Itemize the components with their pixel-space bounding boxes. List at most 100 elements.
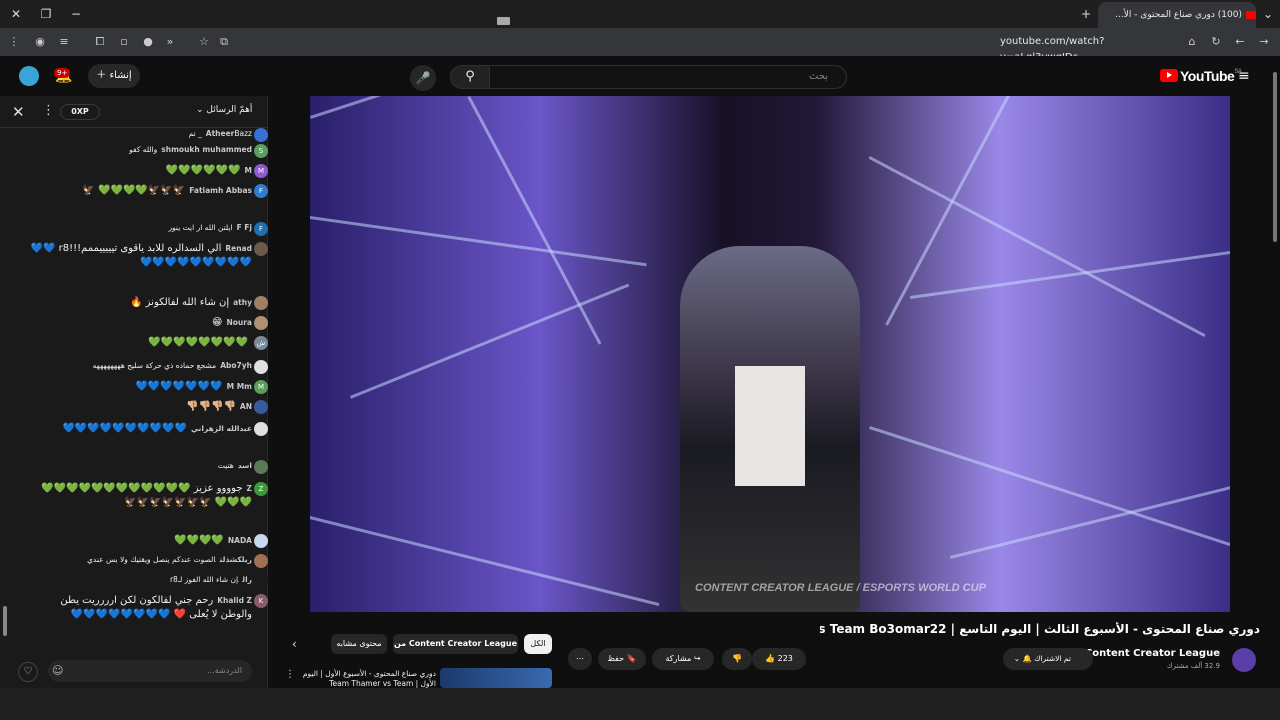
chat-more-options-icon[interactable]: ⋮ xyxy=(42,103,55,118)
dislike-button[interactable]: 👎 xyxy=(722,648,752,670)
chat-message[interactable]: Noura😁 xyxy=(30,316,268,330)
chat-message[interactable]: AN 👎🏼👎🏼👎🏼👎🏼 xyxy=(30,400,268,414)
bookmark-star-icon[interactable]: ☆ xyxy=(196,34,212,50)
chat-author-name[interactable]: عبدالله الزهراني xyxy=(191,424,252,433)
chat-author-name[interactable]: Atheer xyxy=(206,129,235,138)
chat-author-avatar[interactable] xyxy=(254,554,268,568)
chat-author-avatar[interactable] xyxy=(254,460,268,474)
chat-author-avatar[interactable] xyxy=(254,128,268,142)
chat-author-name[interactable]: M xyxy=(245,166,252,175)
chat-message[interactable]: FF Fj ايلتن الله ار ايت ينور xyxy=(30,222,268,236)
chat-message[interactable]: Renadالي السدالره للابد ياقوى تيييييممم!… xyxy=(30,242,268,270)
browser-tab-active[interactable]: (100) دوري صناع المحتوى - الأ... xyxy=(1098,2,1256,28)
chat-author-avatar[interactable]: Z xyxy=(254,482,268,496)
chat-author-avatar[interactable] xyxy=(254,574,268,588)
channel-avatar[interactable] xyxy=(1232,648,1256,672)
chat-message[interactable]: Abo7yhمشجع حماده ذي حركة سليح ههههههههه xyxy=(30,360,268,374)
profile-icon[interactable]: ◉ xyxy=(32,34,48,50)
extension-icon[interactable]: ▫ xyxy=(116,34,132,50)
heart-reaction-icon[interactable]: ♡ xyxy=(18,662,38,682)
chip-from-channel[interactable]: من Content Creator League xyxy=(393,634,518,654)
search-button[interactable]: ⚲ xyxy=(450,65,490,89)
chat-input[interactable]: الدردشة... xyxy=(48,660,252,682)
chat-author-name[interactable]: NADA xyxy=(228,536,252,545)
reload-icon[interactable]: ↻ xyxy=(1208,34,1224,50)
chat-author-avatar[interactable]: K xyxy=(254,594,268,608)
chat-author-name[interactable]: F Fj xyxy=(237,223,252,232)
page-scrollbar-thumb[interactable] xyxy=(1273,72,1277,242)
save-button[interactable]: حفظ 🔖 xyxy=(598,648,646,670)
more-actions-button[interactable]: ⋯ xyxy=(568,648,592,670)
chat-message[interactable]: رالإن شاء الله الفوز لـr8 xyxy=(30,574,268,588)
chat-message[interactable]: NADA 💚💚💚💚 xyxy=(30,534,268,548)
extension-icon[interactable]: » xyxy=(162,34,178,50)
like-button[interactable]: 👍 223 xyxy=(752,648,806,670)
emoji-icon[interactable]: ☺ xyxy=(52,664,63,677)
chat-message[interactable]: Z Zجوووو عزيز 💚💚💚💚💚💚💚💚💚💚💚💚💚💚💚 🦅🦅🦅🦅🦅🦅🦅 xyxy=(30,482,268,510)
chat-scrollbar-thumb[interactable] xyxy=(3,606,7,636)
chat-message[interactable]: AtheerBazz_ تم xyxy=(30,128,268,142)
chat-author-name[interactable]: Z xyxy=(247,484,252,493)
chat-author-avatar[interactable]: F xyxy=(254,184,268,198)
back-icon[interactable]: → xyxy=(1256,34,1272,50)
chat-author-avatar[interactable]: M xyxy=(254,164,268,178)
chat-author-avatar[interactable] xyxy=(254,534,268,548)
channel-name[interactable]: Content Creator League xyxy=(1085,648,1220,659)
page-scrollbar[interactable] xyxy=(1272,62,1278,682)
chat-message[interactable]: Sshmoukh muhammedوالله كفو xyxy=(30,144,268,158)
chat-sort-dropdown[interactable]: أهمّ الرسائل ⌄ xyxy=(196,105,252,115)
chat-author-name[interactable]: Noura xyxy=(226,318,252,327)
chat-author-name[interactable]: AN xyxy=(240,402,252,411)
keyboard-icon[interactable] xyxy=(497,17,510,25)
chat-author-name[interactable]: Renad xyxy=(225,244,252,253)
chat-author-name[interactable]: رال xyxy=(242,575,252,584)
chat-author-name[interactable]: ريلكشذلت xyxy=(220,555,252,564)
guide-menu-icon[interactable]: ≡ xyxy=(1238,69,1252,83)
chat-author-avatar[interactable] xyxy=(254,422,268,436)
chat-message[interactable]: K Khalid Zرحم جني لفالكون لكن ارررريت يطن… xyxy=(30,594,268,622)
chat-author-name[interactable]: Abo7yh xyxy=(220,361,252,370)
chat-author-avatar[interactable] xyxy=(254,296,268,310)
extensions-puzzle-icon[interactable]: ⧠ xyxy=(92,34,108,50)
chat-author-avatar[interactable]: F xyxy=(254,222,268,236)
home-icon[interactable]: ⌂ xyxy=(1184,34,1200,50)
chat-message[interactable]: ش 💚💚💚💚💚💚💚💚 xyxy=(30,336,268,350)
chat-message[interactable]: اسد هتيت xyxy=(30,460,268,474)
chat-message[interactable]: F Fatiamh Abbas🦅🦅🦅💚💚💚💚 🦅 xyxy=(30,184,268,198)
chip-all[interactable]: الكل xyxy=(524,634,552,654)
chat-author-avatar[interactable] xyxy=(254,400,268,414)
extension-icon[interactable]: ● xyxy=(140,34,156,50)
new-tab-icon[interactable]: + xyxy=(1076,5,1096,23)
chat-author-name[interactable]: اسد xyxy=(238,461,252,470)
chat-author-avatar[interactable] xyxy=(254,360,268,374)
chat-scrollbar[interactable] xyxy=(3,136,7,676)
forward-icon[interactable]: ← xyxy=(1232,34,1248,50)
chat-author-avatar[interactable] xyxy=(254,242,268,256)
chat-message[interactable]: M M 💚💚💚💚💚💚 xyxy=(30,164,268,178)
address-bar[interactable]: youtube.com/watch?v=aLql3vwqIDc xyxy=(1000,34,1160,63)
recommendation-more-icon[interactable]: ⋮ xyxy=(285,669,295,680)
voice-search-button[interactable]: 🎤 xyxy=(410,65,436,91)
youtube-logo[interactable]: YouTubeSA xyxy=(1160,68,1242,86)
chevron-left-icon[interactable]: ‹ xyxy=(292,637,297,651)
chat-message[interactable]: عبدالله الزهراني 💙💙💙💙💙💙💙💙💙💙 xyxy=(30,422,268,436)
close-window-icon[interactable]: ✕ xyxy=(6,5,26,23)
chat-author-avatar[interactable]: S xyxy=(254,144,268,158)
share-button[interactable]: مشاركة ↪ xyxy=(652,648,714,670)
chat-message[interactable]: athyإن شاء الله لفالكونز 🔥 xyxy=(30,296,268,310)
recommendation-title[interactable]: دوري صناع المحتوى - الأسبوع الأول | اليو… xyxy=(296,669,436,689)
chat-author-avatar[interactable] xyxy=(254,316,268,330)
chat-author-name[interactable]: M Mm xyxy=(227,382,252,391)
reading-list-icon[interactable]: ≡ xyxy=(56,34,72,50)
create-button[interactable]: ＋ إنشاء xyxy=(88,64,140,88)
chat-author-name[interactable]: Khalid Z xyxy=(217,596,252,605)
page-info-icon[interactable]: ⧉ xyxy=(216,34,232,50)
xp-badge[interactable]: 0XP xyxy=(60,104,100,120)
chat-author-avatar[interactable]: M xyxy=(254,380,268,394)
chat-author-avatar[interactable]: ش xyxy=(254,336,268,350)
chip-similar[interactable]: محتوى مشابه xyxy=(331,634,387,654)
subscribed-button[interactable]: تم الاشتراك 🔔 ⌄ xyxy=(1003,648,1093,670)
minimize-icon[interactable]: − xyxy=(66,5,86,23)
chat-author-name[interactable]: shmoukh muhammed xyxy=(161,145,252,154)
maximize-icon[interactable]: ❐ xyxy=(36,5,56,23)
